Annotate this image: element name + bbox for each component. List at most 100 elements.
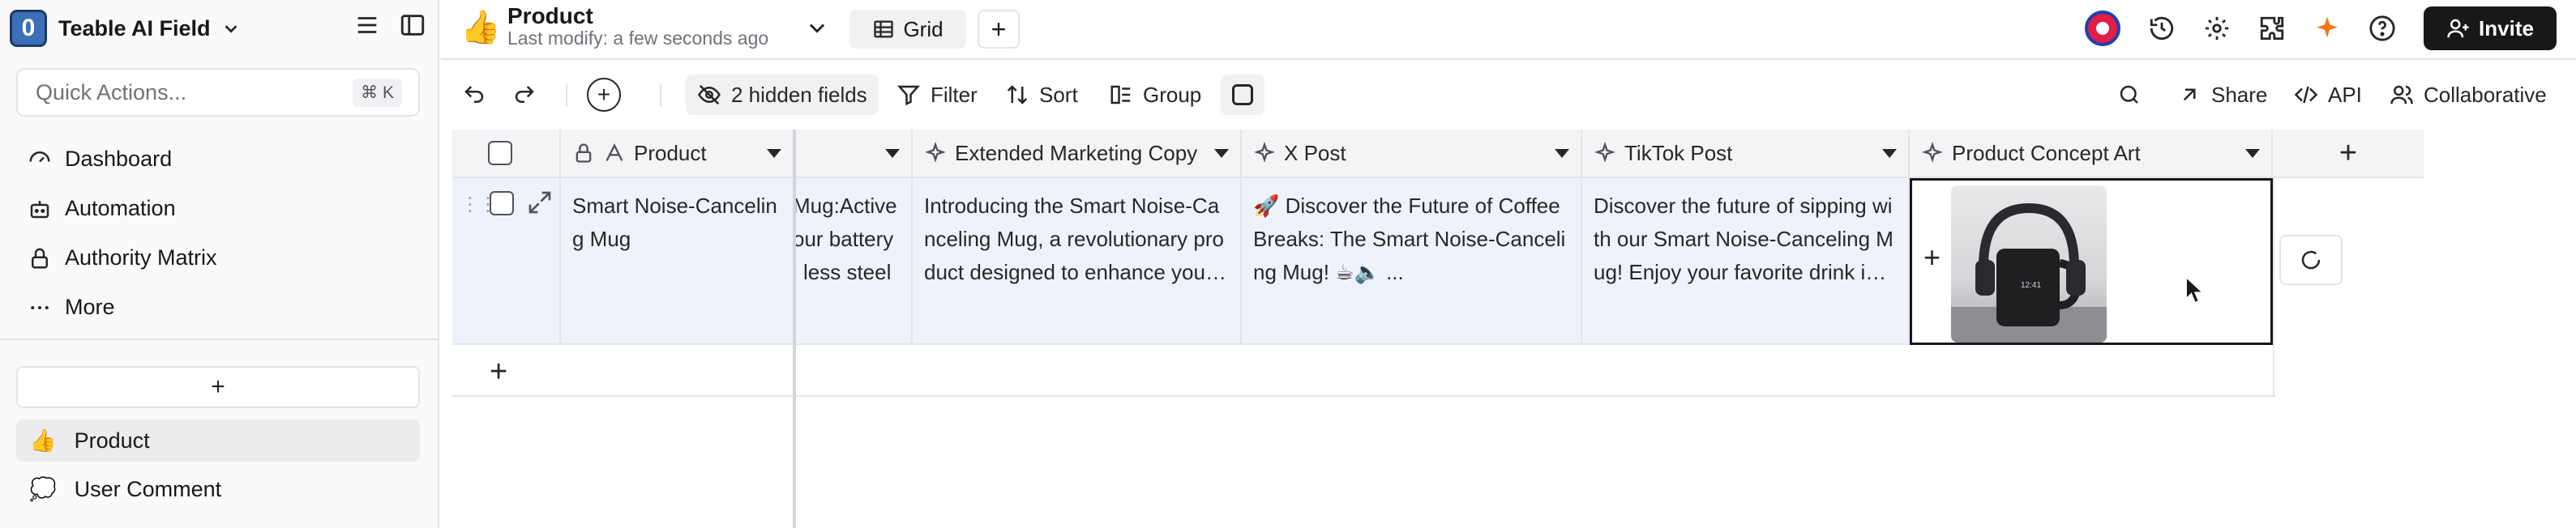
redo-button[interactable] [512, 75, 537, 115]
sidebar-item-label: Authority Matrix [65, 245, 217, 270]
frozen-column-divider[interactable] [793, 130, 796, 528]
gear-icon[interactable] [2203, 15, 2231, 42]
toolbar-divider [566, 84, 567, 107]
redo-icon [515, 86, 534, 103]
cell-extended-marketing-copy[interactable]: Introducing the Smart Noise-Canceling Mu… [913, 178, 1242, 345]
search-button[interactable] [2117, 75, 2142, 115]
expand-icon[interactable] [527, 189, 553, 215]
column-header-x-post[interactable]: X Post [1242, 130, 1582, 178]
add-row-bar: + [452, 347, 2276, 397]
sidebar-toggle-icon[interactable] [399, 11, 426, 39]
sort-button[interactable]: Sort [994, 75, 1089, 115]
mouse-cursor-icon [2185, 276, 2205, 304]
cell-text: Mug:Active our battery l less steel [796, 194, 897, 284]
quick-actions-placeholder: Quick Actions... [36, 79, 187, 104]
history-icon[interactable] [2148, 15, 2176, 42]
toolbar-divider [660, 84, 661, 107]
add-attachment-icon[interactable]: + [1923, 241, 1941, 274]
column-header-tiktok-post[interactable]: TikTok Post [1582, 130, 1910, 178]
arrow-up-right-icon [2183, 88, 2196, 101]
collaborative-button[interactable]: Collaborative [2390, 75, 2547, 115]
undo-button[interactable] [462, 75, 486, 115]
cell-product-concept-art[interactable]: + 12:41 [1910, 178, 2273, 345]
table-item-user-comment[interactable]: 💭 User Comment [16, 468, 420, 510]
sort-icon [1007, 85, 1028, 104]
column-header-label: Extended Marketing Copy [955, 140, 1198, 165]
sidebar-item-authority-matrix[interactable]: Authority Matrix [28, 233, 217, 283]
menu-icon[interactable] [353, 11, 381, 39]
chevron-down-icon[interactable] [1555, 149, 1569, 158]
group-button[interactable]: Group [1098, 75, 1213, 115]
lock-icon [576, 143, 592, 163]
sidebar-divider [0, 339, 438, 340]
add-table-button[interactable]: + [16, 366, 420, 408]
row-height-button[interactable] [1221, 75, 1264, 115]
column-header-extended-marketing-copy[interactable]: Extended Marketing Copy [913, 130, 1242, 178]
cell-partial[interactable]: Mug:Active our battery l less steel [796, 178, 913, 345]
text-field-icon [605, 143, 623, 161]
table-item-product[interactable]: 👍 Product [16, 419, 420, 462]
share-button[interactable]: Share [2177, 75, 2267, 115]
avatar[interactable] [2085, 11, 2120, 46]
chevron-down-icon[interactable] [1882, 149, 1897, 158]
row-select-cell: ⋮⋮ [452, 178, 561, 345]
sidebar: 0 Teable AI Field Quick Actions... ⌘ K D… [0, 0, 439, 528]
add-user-icon [2447, 19, 2469, 38]
column-header-label: Product Concept Art [1952, 140, 2141, 165]
chevron-down-icon[interactable] [767, 149, 781, 158]
collaborative-label: Collaborative [2424, 82, 2547, 107]
cell-text: Discover the future of sipping with our … [1594, 194, 1895, 284]
add-view-button[interactable]: + [978, 10, 1020, 49]
api-label: API [2328, 82, 2362, 107]
hidden-fields-button[interactable]: 2 hidden fields [686, 75, 879, 115]
sidebar-item-label: Automation [65, 196, 176, 220]
puzzle-icon[interactable] [2258, 15, 2286, 42]
sidebar-item-dashboard[interactable]: Dashboard [28, 134, 217, 184]
space-switcher[interactable]: 0 Teable AI Field [10, 8, 240, 49]
table-title[interactable]: Product [507, 3, 593, 29]
cell-x-post[interactable]: 🚀 Discover the Future of Coffee Breaks: … [1242, 178, 1582, 345]
chevron-down-icon[interactable] [806, 16, 828, 39]
cell-tiktok-post[interactable]: Discover the future of sipping with our … [1582, 178, 1910, 345]
grid-icon [874, 20, 894, 38]
quick-actions-input[interactable]: Quick Actions... ⌘ K [16, 68, 420, 117]
table-emoji[interactable]: 👍 [460, 8, 501, 46]
users-icon [2390, 85, 2413, 104]
cell-product[interactable]: Smart Noise-Canceling Mug [561, 178, 794, 345]
table-header: 👍 Product Last modify: a few seconds ago… [441, 0, 2576, 60]
filter-button[interactable]: Filter [885, 75, 989, 115]
invite-button[interactable]: Invite [2424, 6, 2557, 50]
table-name: User Comment [74, 476, 222, 501]
column-header-product-concept-art[interactable]: Product Concept Art [1910, 130, 2273, 178]
ai-sparkle-icon [924, 142, 947, 163]
grid-right-border [2273, 178, 2274, 397]
add-column-button[interactable]: + [2273, 130, 2424, 178]
column-header-partial[interactable] [796, 130, 913, 178]
view-tab-grid[interactable]: Grid [849, 10, 966, 49]
attachment-thumbnail[interactable]: 12:41 [1951, 185, 2107, 343]
group-label: Group [1143, 82, 1202, 107]
ai-sparkle-icon [1594, 142, 1616, 163]
chevron-down-icon[interactable] [885, 149, 900, 158]
space-title: Teable AI Field [58, 15, 211, 40]
chevron-down-icon[interactable] [1214, 149, 1229, 158]
column-header-label: X Post [1284, 140, 1346, 165]
add-record-button[interactable]: + [587, 75, 621, 115]
undo-icon [464, 86, 484, 103]
column-header-product[interactable]: Product [561, 130, 794, 178]
sidebar-item-automation[interactable]: Automation [28, 184, 217, 233]
api-button[interactable]: API [2294, 75, 2362, 115]
ai-sparkle-icon[interactable] [2313, 15, 2341, 42]
select-all-checkbox[interactable] [488, 141, 512, 165]
add-row-button[interactable]: + [490, 355, 507, 390]
last-modified-text: Last modify: a few seconds ago [507, 28, 769, 49]
sidebar-item-more[interactable]: More [28, 283, 217, 332]
hidden-fields-label: 2 hidden fields [731, 82, 867, 107]
chevron-down-icon [225, 25, 237, 33]
invite-label: Invite [2479, 15, 2534, 40]
help-icon[interactable] [2368, 15, 2396, 42]
regenerate-button[interactable] [2279, 235, 2343, 285]
chevron-down-icon[interactable] [2245, 149, 2260, 158]
row-checkbox[interactable] [490, 191, 514, 215]
sidebar-nav: Dashboard Automation Authority Matrix Mo… [28, 134, 217, 332]
